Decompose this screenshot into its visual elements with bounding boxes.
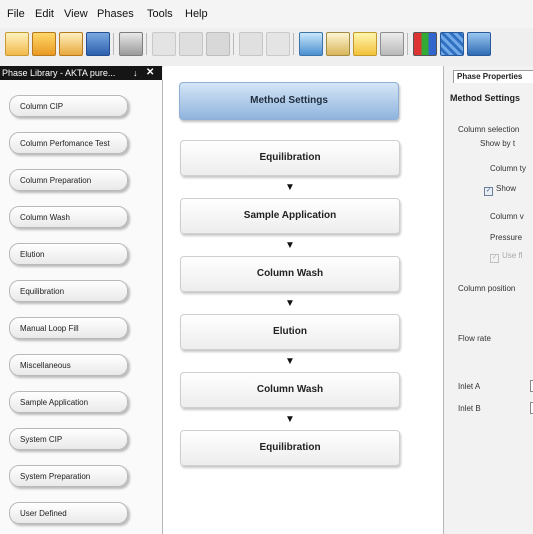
method-flow-area: Method Settings Equilibration ▼ Sample A… <box>163 66 444 534</box>
toolbar-separator <box>233 33 234 55</box>
phase-block[interactable]: Equilibration <box>180 430 400 466</box>
menu-edit[interactable]: Edit <box>35 8 54 20</box>
view-icon[interactable] <box>299 32 323 56</box>
paste-icon[interactable] <box>206 32 230 56</box>
report-icon[interactable] <box>380 32 404 56</box>
redo-icon[interactable] <box>266 32 290 56</box>
library-item-column-cip[interactable]: Column CIP <box>9 95 128 117</box>
menu-help[interactable]: Help <box>185 8 208 20</box>
library-item-equilibration[interactable]: Equilibration <box>9 280 128 302</box>
notes-icon[interactable] <box>353 32 377 56</box>
menu-bar: File Edit View Phases Tools Help <box>0 0 533 28</box>
down-arrow-icon: ▼ <box>285 356 295 367</box>
phase-block[interactable]: Equilibration <box>180 140 400 176</box>
phase-block[interactable]: Column Wash <box>180 256 400 292</box>
tab-phase-properties[interactable]: Phase Properties <box>453 70 533 83</box>
menu-view[interactable]: View <box>64 8 88 20</box>
method-settings-button[interactable]: Method Settings <box>179 82 399 120</box>
open-icon[interactable] <box>32 32 56 56</box>
library-item-column-performance-test[interactable]: Column Perfomance Test <box>9 132 128 154</box>
undo-icon[interactable] <box>239 32 263 56</box>
toolbar <box>0 28 533 67</box>
inlet-b-label: Inlet B <box>458 404 481 413</box>
down-arrow-icon: ▼ <box>285 298 295 309</box>
settings-icon[interactable] <box>467 32 491 56</box>
close-icon[interactable]: ✕ <box>146 66 154 80</box>
library-item-column-wash[interactable]: Column Wash <box>9 206 128 228</box>
down-arrow-icon: ▼ <box>285 414 295 425</box>
library-item-user-defined[interactable]: User Defined <box>9 502 128 524</box>
recent-icon[interactable] <box>59 32 83 56</box>
phase-block[interactable]: Sample Application <box>180 198 400 234</box>
save-icon[interactable] <box>86 32 110 56</box>
menu-phases[interactable]: Phases <box>97 8 134 20</box>
toolbar-separator <box>293 33 294 55</box>
properties-title: Method Settings <box>450 93 520 103</box>
library-item-system-preparation[interactable]: System Preparation <box>9 465 128 487</box>
column-type-label: Column ty <box>490 164 527 173</box>
grid-icon[interactable] <box>440 32 464 56</box>
phase-block[interactable]: Column Wash <box>180 372 400 408</box>
pin-icon[interactable]: ↓ <box>133 66 138 80</box>
toolbar-separator <box>113 33 114 55</box>
show-checkbox[interactable]: ✓ Show <box>484 184 516 196</box>
use-flow-checkbox[interactable]: ✓ Use fl <box>490 251 522 263</box>
column-volume-label: Column v <box>490 212 524 221</box>
cut-icon[interactable] <box>152 32 176 56</box>
checkbox-disabled-icon: ✓ <box>490 254 499 263</box>
chart-icon[interactable] <box>413 32 437 56</box>
find-icon[interactable] <box>326 32 350 56</box>
toolbar-separator <box>146 33 147 55</box>
phase-library-panel: Column CIP Column Perfomance Test Column… <box>0 80 163 534</box>
menu-tools[interactable]: Tools <box>147 8 173 20</box>
inlet-a-label: Inlet A <box>458 382 481 391</box>
library-item-elution[interactable]: Elution <box>9 243 128 265</box>
phase-block[interactable]: Elution <box>180 314 400 350</box>
library-item-manual-loop-fill[interactable]: Manual Loop Fill <box>9 317 128 339</box>
menu-file[interactable]: File <box>7 8 25 20</box>
phase-properties-panel: Phase Properties Method Settings Column … <box>444 66 533 534</box>
print-icon[interactable] <box>119 32 143 56</box>
checkbox-checked-icon[interactable]: ✓ <box>484 187 493 196</box>
phase-library-header: Phase Library - AKTA pure... ↓ ✕ <box>0 66 162 80</box>
toolbar-separator <box>407 33 408 55</box>
library-item-column-preparation[interactable]: Column Preparation <box>9 169 128 191</box>
copy-icon[interactable] <box>179 32 203 56</box>
library-item-sample-application[interactable]: Sample Application <box>9 391 128 413</box>
pressure-label: Pressure <box>490 233 523 242</box>
show-by-label: Show by t <box>480 139 516 148</box>
column-position-label: Column position <box>458 284 516 293</box>
down-arrow-icon: ▼ <box>285 182 295 193</box>
down-arrow-icon: ▼ <box>285 240 295 251</box>
flow-rate-label: Flow rate <box>458 334 491 343</box>
library-item-system-cip[interactable]: System CIP <box>9 428 128 450</box>
phase-library-title: Phase Library - AKTA pure... <box>2 68 116 78</box>
library-item-miscellaneous[interactable]: Miscellaneous <box>9 354 128 376</box>
column-selection-label: Column selection <box>458 125 520 134</box>
new-icon[interactable] <box>5 32 29 56</box>
